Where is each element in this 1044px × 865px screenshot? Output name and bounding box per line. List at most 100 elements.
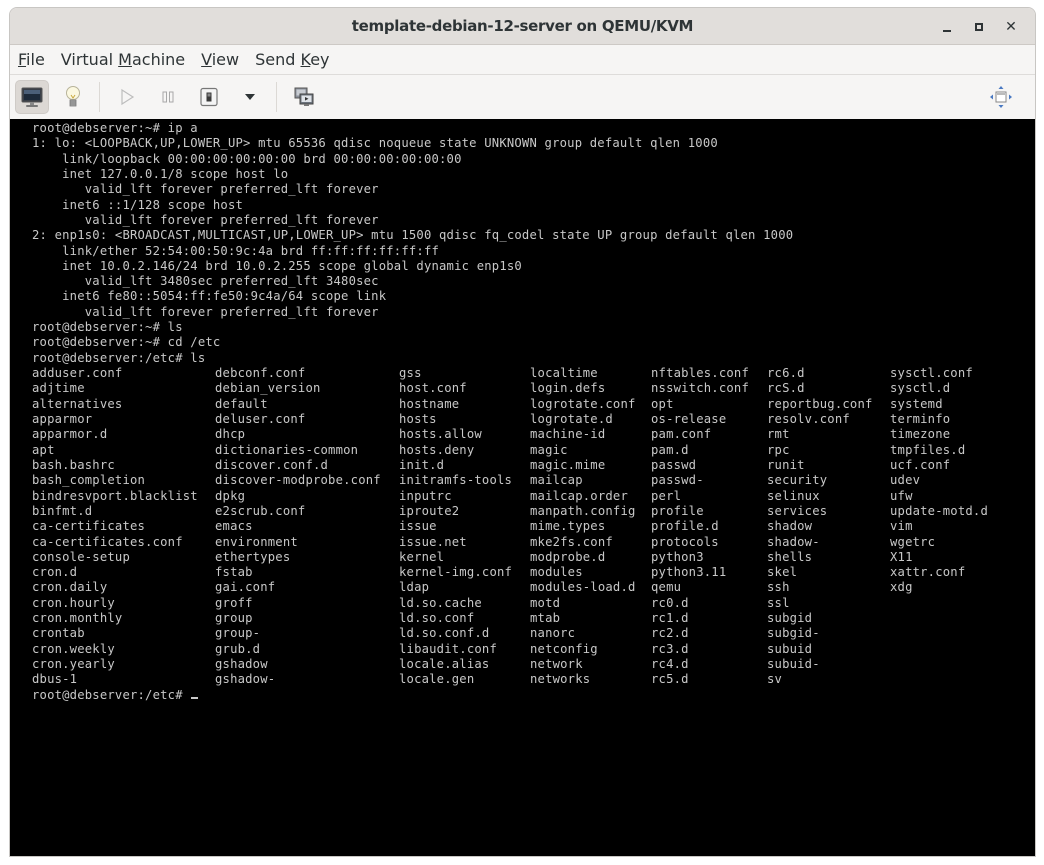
ls-entry: cron.yearly (32, 657, 115, 672)
terminal-line: valid_lft forever preferred_lft forever (32, 212, 379, 227)
ls-entry: gshadow (215, 657, 268, 672)
ls-entry: locale.alias (399, 657, 490, 672)
ls-entry: apparmor.d (32, 427, 108, 442)
ls-entry: fstab (215, 565, 253, 580)
ls-entry: pam.d (651, 442, 689, 457)
ls-entry: magic (530, 442, 568, 457)
ls-entry: mtab (530, 611, 561, 626)
ls-entry: security (767, 473, 828, 488)
ls-entry: modules-load.d (530, 580, 636, 595)
ls-entry: rc2.d (651, 626, 689, 641)
ls-entry: sysctl.conf (890, 366, 973, 381)
ls-entry: motd (530, 595, 561, 610)
run-button[interactable] (110, 80, 144, 114)
ls-entry: network (530, 657, 583, 672)
ls-entry: networks (530, 672, 591, 687)
ls-entry: cron.weekly (32, 641, 115, 656)
menu-virtual-machine[interactable]: Virtual Machine (61, 50, 185, 69)
ls-entry: mke2fs.conf (530, 534, 613, 549)
menu-file[interactable]: File (18, 50, 45, 69)
ls-entry: bindresvport.blacklist (32, 488, 198, 503)
menu-mnemonic: M (118, 50, 132, 69)
toolbar (10, 75, 1035, 119)
ls-column: adduser.conf adjtime alternatives apparmor a… (32, 366, 198, 688)
ls-column: gss host.conf hostname hosts hosts.allow host… (399, 366, 512, 688)
ls-entry: udev (890, 473, 921, 488)
ls-entry: rc3.d (651, 641, 689, 656)
ls-entry: issue (399, 519, 437, 534)
ls-entry: rc0.d (651, 595, 689, 610)
ls-entry: nanorc (530, 626, 576, 641)
ls-entry: ca-certificates.conf (32, 534, 183, 549)
minimize-button[interactable] (931, 13, 963, 41)
ls-entry: debconf.conf (215, 366, 306, 381)
ls-entry: ssh (767, 580, 790, 595)
shutdown-button[interactable] (192, 80, 226, 114)
title-bar[interactable]: template-debian-12-server on QEMU/KVM ✕ (10, 8, 1035, 45)
ls-entry: mailcap (530, 473, 583, 488)
ls-entry: profile.d (651, 519, 719, 534)
ls-entry: dictionaries-common (215, 442, 359, 457)
ls-entry: mime.types (530, 519, 606, 534)
fullscreen-button[interactable] (984, 80, 1018, 114)
snapshots-button[interactable] (287, 80, 321, 114)
ls-entry: tmpfiles.d (890, 442, 966, 457)
monitor-icon (21, 87, 43, 107)
vm-console-display[interactable]: root@debserver:~# ip a 1: lo: <LOOPBACK,U… (10, 119, 1035, 856)
ls-entry: subuid (767, 641, 813, 656)
console-view-button[interactable] (15, 80, 49, 114)
menu-view[interactable]: View (201, 50, 239, 69)
ls-entry: dpkg (215, 488, 246, 503)
window-controls: ✕ (931, 8, 1027, 45)
terminal-line: valid_lft 3480sec preferred_lft 3480sec (32, 274, 379, 289)
ls-entry: default (215, 396, 268, 411)
ls-entry: ufw (890, 488, 913, 503)
ls-entry: sv (767, 672, 783, 687)
ls-entry: perl (651, 488, 682, 503)
ls-entry: rpc (767, 442, 790, 457)
menu-label: ey (310, 50, 330, 69)
ls-column: nftables.conf nsswitch.conf opt os-release p… (651, 366, 749, 688)
ls-column: localtime login.defs logrotate.conf logrota… (530, 366, 636, 688)
play-icon (121, 88, 135, 106)
details-view-button[interactable] (56, 80, 90, 114)
close-button[interactable]: ✕ (995, 13, 1027, 41)
pause-button[interactable] (151, 80, 185, 114)
ls-entry: cron.hourly (32, 595, 115, 610)
ls-entry: passwd (651, 457, 697, 472)
terminal-line: root@debserver:/etc# ls (32, 350, 206, 365)
ls-entry: dbus-1 (32, 672, 78, 687)
ls-entry: localtime (530, 366, 598, 381)
ls-entry: opt (651, 396, 674, 411)
ls-entry: subuid- (767, 657, 820, 672)
ls-entry: kernel (399, 549, 445, 564)
power-switch-icon (200, 87, 218, 107)
ls-entry: init.d (399, 457, 445, 472)
ls-entry: subgid (767, 611, 813, 626)
ls-entry: ld.so.cache (399, 595, 482, 610)
terminal-line: link/ether 52:54:00:50:9c:4a brd ff:ff:f… (32, 243, 440, 258)
ls-entry: pam.conf (651, 427, 712, 442)
shutdown-menu-button[interactable] (233, 80, 267, 114)
ls-entry: kernel-img.conf (399, 565, 513, 580)
ls-entry: discover.conf.d (215, 457, 329, 472)
ls-entry: magic.mime (530, 457, 606, 472)
ls-entry: bash_completion (32, 473, 146, 488)
shell-prompt-line[interactable]: root@debserver:/etc# (32, 688, 199, 703)
ls-entry: mailcap.order (530, 488, 628, 503)
menu-label: ile (26, 50, 45, 69)
ls-entry: login.defs (530, 381, 606, 396)
ls-entry: protocols (651, 534, 719, 549)
ls-entry: locale.gen (399, 672, 475, 687)
terminal-line: root@debserver:~# ls (32, 320, 183, 335)
terminal-line: link/loopback 00:00:00:00:00:00 brd 00:0… (32, 151, 462, 166)
menu-mnemonic: K (300, 50, 311, 69)
ls-entry: wgetrc (890, 534, 936, 549)
ls-entry: os-release (651, 412, 727, 427)
ls-entry: runit (767, 457, 805, 472)
maximize-button[interactable] (963, 13, 995, 41)
menu-send-key[interactable]: Send Key (255, 50, 329, 69)
menu-mnemonic: F (18, 50, 27, 69)
menu-label: achine (131, 50, 186, 69)
ls-entry: nsswitch.conf (651, 381, 749, 396)
